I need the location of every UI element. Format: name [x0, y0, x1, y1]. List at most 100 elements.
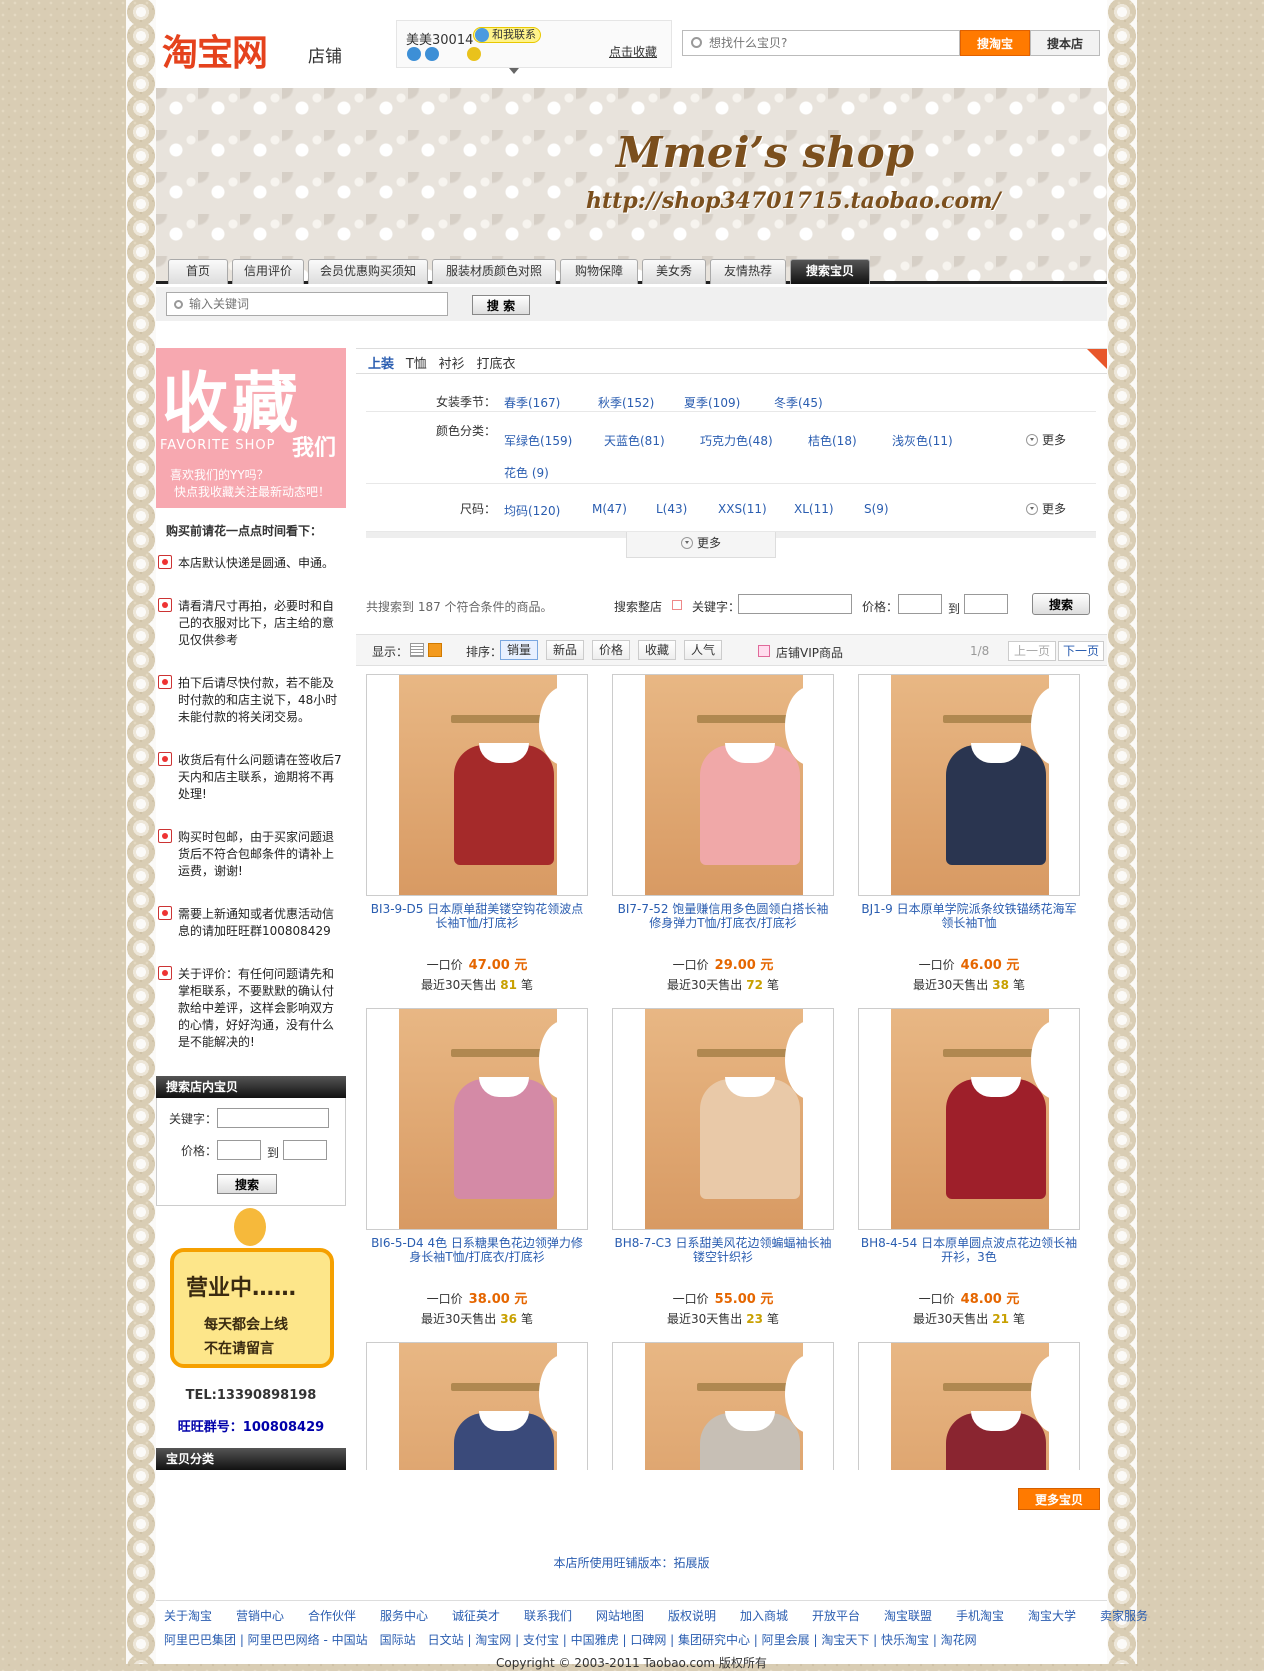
inset-photo [539, 1355, 587, 1433]
sort-price[interactable]: 价格 [592, 640, 631, 660]
product-card[interactable] [366, 1342, 588, 1470]
product-image[interactable] [858, 1342, 1080, 1470]
tab-credit[interactable]: 信用评价 [232, 259, 304, 284]
wangpu-version[interactable]: 本店所使用旺铺版本：拓展版 [156, 1554, 1107, 1571]
tab-material-colors[interactable]: 服装材质颜色对照 [432, 259, 556, 284]
vip-checkbox[interactable] [758, 645, 770, 657]
crumb-tshirt[interactable]: T恤 [406, 357, 427, 372]
filter-value[interactable]: 巧克力色(48) [700, 432, 773, 449]
sort-favorites[interactable]: 收藏 [638, 640, 677, 660]
filter-value[interactable]: 浅灰色(11) [892, 432, 953, 449]
search-input[interactable] [709, 33, 949, 53]
side-keyword-input[interactable] [217, 1108, 329, 1128]
crumb-shirt[interactable]: 衬衫 [439, 357, 465, 372]
product-card[interactable]: BI7-7-52 饱量赚信用多色圆领白搭长袖修身弹力T恤/打底衣/打底衫 一口价… [612, 674, 834, 994]
result-price-min-input[interactable] [898, 594, 942, 614]
keyword-input[interactable] [166, 292, 448, 316]
product-title[interactable]: BJ1-9 日本原单学院派条纹铁锚绣花海军领长袖T恤 [858, 902, 1080, 930]
favorite-link[interactable]: 点击收藏 [609, 43, 657, 60]
filter-value[interactable]: 天蓝色(81) [604, 432, 665, 449]
product-card[interactable]: BI6-5-D4 4色 日系糖果色花边领弹力修身长袖T恤/打底衣/打底衫 一口价… [366, 1008, 588, 1328]
product-card[interactable]: BH8-7-C3 日系甜美风花边领蝙蝠袖长袖镂空针织衫 一口价 55.00 元 最… [612, 1008, 834, 1328]
filter-value[interactable]: 花色 (9) [504, 464, 549, 481]
product-image[interactable] [366, 1008, 588, 1230]
filter-value[interactable]: 均码(120) [504, 502, 560, 519]
hanger-rack [943, 1049, 1043, 1057]
seller-nick[interactable]: 美美30014 [406, 29, 473, 48]
sold-unit: 笔 [1012, 1312, 1025, 1326]
filter-value[interactable]: 冬季(45) [774, 394, 823, 411]
crumb-top[interactable]: 上装 [368, 357, 394, 372]
product-card[interactable] [612, 1342, 834, 1470]
product-image[interactable] [366, 674, 588, 896]
tab-beauty-show[interactable]: 美女秀 [642, 259, 706, 284]
filter-value[interactable]: 春季(167) [504, 394, 560, 411]
note-item: 购买时包邮，由于买家问题退货后不符合包邮条件的请补上运费，谢谢! [156, 827, 346, 880]
product-title[interactable]: BH8-4-54 日本原单圆点波点花边领长袖开衫，3色 [858, 1236, 1080, 1264]
product-card[interactable] [858, 1342, 1080, 1470]
quick-search-button[interactable]: 搜 索 [472, 295, 530, 315]
favorite-banner[interactable]: 收藏 FAVORITE SHOP 我们 喜欢我们的YY吗？ 快点我收藏关注最新动… [156, 348, 346, 508]
note-item: 关于评价：有任何问题请先和掌柜联系，不要默默的确认付款给中差评，这样会影响双方的… [156, 964, 346, 1051]
next-page-button[interactable]: 下一页 [1058, 641, 1104, 661]
filter-value[interactable]: 桔色(18) [808, 432, 857, 449]
more-items-button[interactable]: 更多宝贝 [1018, 1488, 1100, 1510]
product-card[interactable]: BJ1-9 日本原单学院派条纹铁锚绣花海军领长袖T恤 一口价 46.00 元 最近… [858, 674, 1080, 994]
product-card[interactable]: BH8-4-54 日本原单圆点波点花边领长袖开衫，3色 一口价 48.00 元 最… [858, 1008, 1080, 1328]
more-sizes-toggle[interactable]: 更多 [1026, 500, 1066, 517]
product-image[interactable] [366, 1342, 588, 1470]
price-label: 价格： [181, 1144, 218, 1158]
sort-popularity[interactable]: 人气 [684, 640, 723, 660]
sold-count: 23 [746, 1312, 763, 1326]
result-keyword-input[interactable] [738, 594, 852, 614]
filter-value[interactable]: 夏季(109) [684, 394, 740, 411]
more-filters-button[interactable]: 更多 [626, 532, 776, 558]
tab-search-items[interactable]: 搜索宝贝 [790, 259, 870, 284]
product-title[interactable]: BI7-7-52 饱量赚信用多色圆领白搭长袖修身弹力T恤/打底衣/打底衫 [612, 902, 834, 930]
tab-member-notice[interactable]: 会员优惠购买须知 [308, 259, 428, 284]
result-price-max-input[interactable] [964, 594, 1008, 614]
filter-value[interactable]: M(47) [592, 502, 627, 516]
product-image[interactable] [612, 1342, 834, 1470]
taobao-logo[interactable]: 淘宝网 [162, 24, 268, 76]
sort-sales[interactable]: 销量 [500, 640, 539, 660]
filter-value[interactable]: XXS(11) [718, 502, 767, 516]
tab-friends[interactable]: 友情热荐 [710, 259, 786, 284]
more-colors-toggle[interactable]: 更多 [1026, 431, 1066, 448]
side-price-max-input[interactable] [283, 1140, 327, 1160]
product-title[interactable]: BI3-9-D5 日本原单甜美镂空钩花领波点长袖T恤/打底衫 [366, 902, 588, 930]
search-shop-button[interactable]: 搜本店 [1030, 30, 1100, 56]
prev-page-button[interactable]: 上一页 [1008, 641, 1056, 661]
filter-value[interactable]: 军绿色(159) [504, 432, 572, 449]
whole-shop-checkbox[interactable] [672, 600, 682, 610]
product-image[interactable] [612, 674, 834, 896]
footer-links-row-1[interactable]: 关于淘宝 营销中心 合作伙伴 服务中心 诚征英才 联系我们 网站地图 版权说明 … [164, 1607, 1148, 1624]
filter-value[interactable]: S(9) [864, 502, 889, 516]
side-search-button[interactable]: 搜索 [217, 1174, 277, 1194]
product-price: 一口价 55.00 元 [612, 1288, 834, 1307]
note-item: 拍下后请尽快付款，若不能及时付款的和店主说下，48小时未能付款的将关闭交易。 [156, 673, 346, 726]
search-taobao-button[interactable]: 搜淘宝 [960, 30, 1030, 56]
product-card[interactable]: BI3-9-D5 日本原单甜美镂空钩花领波点长袖T恤/打底衫 一口价 47.00 … [366, 674, 588, 994]
tab-home[interactable]: 首页 [168, 259, 228, 284]
note-heart-icon [158, 966, 172, 980]
filter-value[interactable]: XL(11) [794, 502, 834, 516]
sort-new[interactable]: 新品 [546, 640, 585, 660]
product-title[interactable]: BH8-7-C3 日系甜美风花边领蝙蝠袖长袖镂空针织衫 [612, 1236, 834, 1264]
product-image[interactable] [858, 674, 1080, 896]
product-title[interactable]: BI6-5-D4 4色 日系糖果色花边领弹力修身长袖T恤/打底衣/打底衫 [366, 1236, 588, 1264]
side-price-min-input[interactable] [217, 1140, 261, 1160]
contact-button[interactable]: 和我联系 [473, 27, 541, 43]
result-search-button[interactable]: 搜索 [1032, 593, 1090, 615]
product-image[interactable] [612, 1008, 834, 1230]
chevron-down-icon[interactable] [509, 68, 519, 74]
product-image[interactable] [858, 1008, 1080, 1230]
filter-value[interactable]: L(43) [656, 502, 687, 516]
crumb-base[interactable]: 打底衣 [476, 357, 515, 372]
footer-links-row-2[interactable]: 阿里巴巴集团 | 阿里巴巴网络 - 中国站 国际站 日文站 | 淘宝网 | 支付… [164, 1631, 977, 1648]
list-view-icon[interactable] [410, 643, 424, 657]
product-price: 一口价 38.00 元 [366, 1288, 588, 1307]
filter-value[interactable]: 秋季(152) [598, 394, 654, 411]
tab-guarantee[interactable]: 购物保障 [560, 259, 638, 284]
grid-view-icon[interactable] [428, 643, 442, 657]
